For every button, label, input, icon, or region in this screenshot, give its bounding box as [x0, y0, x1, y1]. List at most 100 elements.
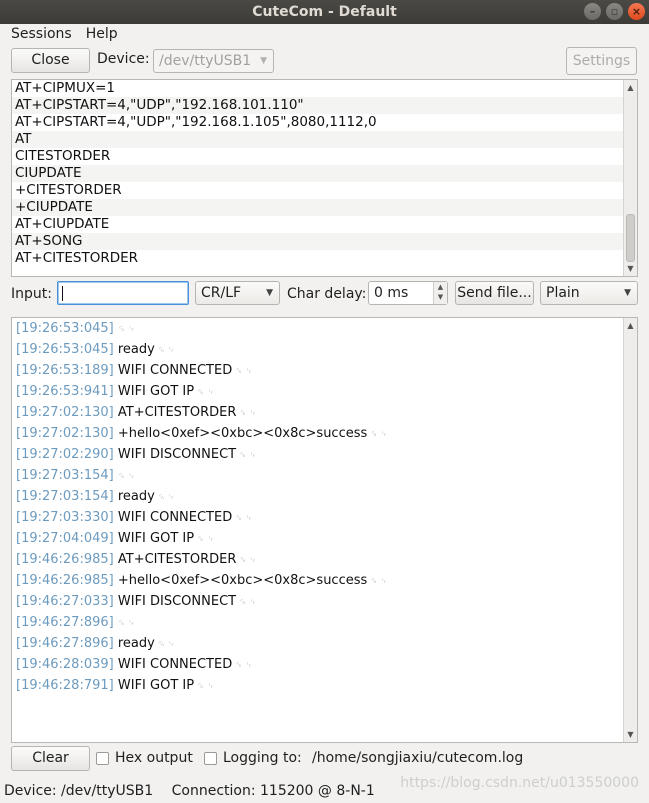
- history-item[interactable]: AT+CIPSTART=4,"UDP","192.168.101.110": [12, 97, 623, 114]
- crlf-marker-icon: ␍ ␊: [367, 577, 388, 587]
- line-ending-select[interactable]: CR/LF ▼: [195, 281, 280, 305]
- output-line: [19:46:26:985] AT+CITESTORDER ␍ ␊: [12, 549, 637, 570]
- status-device: Device: /dev/ttyUSB1: [4, 783, 154, 799]
- logging-label: Logging to:: [223, 750, 302, 766]
- crlf-marker-icon: ␍ ␊: [154, 346, 175, 356]
- output-line: [19:26:53:941] WIFI GOT IP ␍ ␊: [12, 381, 637, 402]
- output-line: [19:26:53:045] ready ␍ ␊: [12, 339, 637, 360]
- history-item[interactable]: AT+CITESTORDER: [12, 250, 623, 267]
- input-format-value: Plain: [546, 285, 580, 301]
- output-line: [19:26:53:045] ␍ ␊: [12, 318, 637, 339]
- hex-output-checkbox[interactable]: [96, 752, 109, 765]
- output-line: [19:46:26:985] +hello<0xef><0xbc><0x8c>s…: [12, 570, 637, 591]
- scroll-up-icon[interactable]: ▲: [624, 319, 637, 332]
- input-field[interactable]: [57, 281, 189, 305]
- output-line: [19:27:04:049] WIFI GOT IP ␍ ␊: [12, 528, 637, 549]
- history-item[interactable]: AT+CIUPDATE: [12, 216, 623, 233]
- send-file-button[interactable]: Send file...: [455, 281, 534, 305]
- scroll-down-icon[interactable]: ▼: [624, 262, 637, 275]
- menu-sessions[interactable]: Sessions: [11, 26, 72, 46]
- device-combo[interactable]: /dev/ttyUSB1 ▼: [153, 49, 274, 73]
- history-item[interactable]: AT: [12, 131, 623, 148]
- minimize-icon[interactable]: –: [584, 3, 601, 20]
- log-path[interactable]: /home/songjiaxiu/cutecom.log: [312, 750, 523, 766]
- output-timestamp: [19:27:03:154]: [16, 489, 114, 504]
- history-item[interactable]: AT+CIPMUX=1: [12, 80, 623, 97]
- logging-checkbox[interactable]: [204, 752, 217, 765]
- hex-output-label: Hex output: [115, 750, 193, 766]
- history-rows: AT+CIPMUX=1 AT+CIPSTART=4,"UDP","192.168.…: [12, 80, 637, 267]
- output-timestamp: [19:27:02:130]: [16, 405, 114, 420]
- device-label: Device:: [97, 51, 150, 67]
- maximize-icon[interactable]: ▫: [606, 3, 623, 20]
- output-scrollbar[interactable]: ▲ ▼: [623, 318, 637, 742]
- history-item[interactable]: CIUPDATE: [12, 165, 623, 182]
- output-text: ready: [117, 489, 155, 504]
- output-timestamp: [19:27:03:330]: [16, 510, 114, 525]
- status-connection: Connection: 115200 @ 8-N-1: [171, 783, 375, 799]
- title-bar: CuteCom - Default – ▫ ×: [0, 0, 649, 24]
- output-text: ready: [117, 636, 155, 651]
- input-label: Input:: [11, 286, 52, 302]
- output-timestamp: [19:27:03:154]: [16, 468, 114, 483]
- output-timestamp: [19:46:26:985]: [16, 573, 114, 588]
- history-item[interactable]: +CIUPDATE: [12, 199, 623, 216]
- output-line: [19:27:03:330] WIFI CONNECTED ␍ ␊: [12, 507, 637, 528]
- watermark: https://blog.csdn.net/u013550000: [400, 775, 639, 791]
- output-log[interactable]: [19:26:53:045] ␍ ␊ [19:26:53:045] ready ␍…: [11, 317, 638, 743]
- output-text: WIFI DISCONNECT: [117, 447, 237, 462]
- history-item[interactable]: AT+SONG: [12, 233, 623, 250]
- scroll-thumb[interactable]: [626, 214, 635, 262]
- output-text: WIFI CONNECTED: [117, 657, 233, 672]
- output-lines: [19:26:53:045] ␍ ␊ [19:26:53:045] ready ␍…: [12, 318, 637, 696]
- settings-button[interactable]: Settings: [566, 47, 637, 75]
- crlf-marker-icon: ␍ ␊: [117, 325, 136, 335]
- close-button[interactable]: Close: [11, 48, 90, 73]
- output-text: AT+CITESTORDER: [117, 405, 237, 420]
- crlf-marker-icon: ␍ ␊: [194, 388, 215, 398]
- window-title: CuteCom - Default: [252, 4, 397, 20]
- char-delay-value: 0 ms: [374, 285, 409, 301]
- output-line: [19:46:27:896] ␍ ␊: [12, 612, 637, 633]
- crlf-marker-icon: ␍ ␊: [236, 556, 257, 566]
- output-timestamp: [19:26:53:189]: [16, 363, 114, 378]
- scroll-up-icon[interactable]: ▲: [624, 81, 637, 94]
- output-timestamp: [19:26:53:045]: [16, 342, 114, 357]
- close-window-icon[interactable]: ×: [628, 3, 645, 20]
- crlf-marker-icon: ␍ ␊: [367, 430, 388, 440]
- output-text: WIFI GOT IP: [117, 678, 195, 693]
- crlf-marker-icon: ␍ ␊: [117, 619, 136, 629]
- crlf-marker-icon: ␍ ␊: [232, 367, 253, 377]
- output-line: [19:46:27:896] ready ␍ ␊: [12, 633, 637, 654]
- scroll-down-icon[interactable]: ▼: [624, 728, 637, 741]
- char-delay-label: Char delay:: [287, 286, 367, 302]
- output-timestamp: [19:46:27:033]: [16, 594, 114, 609]
- device-combo-value: /dev/ttyUSB1: [159, 53, 252, 69]
- output-line: [19:46:28:791] WIFI GOT IP ␍ ␊: [12, 675, 637, 696]
- crlf-marker-icon: ␍ ␊: [117, 472, 136, 482]
- history-scrollbar[interactable]: ▲ ▼: [623, 80, 637, 276]
- crlf-marker-icon: ␍ ␊: [236, 409, 257, 419]
- chevron-down-icon: ▼: [260, 56, 267, 66]
- chevron-down-icon: ▼: [624, 288, 631, 298]
- output-text: +hello<0xef><0xbc><0x8c>success: [117, 573, 368, 588]
- crlf-marker-icon: ␍ ␊: [236, 598, 257, 608]
- command-history-list[interactable]: AT+CIPMUX=1 AT+CIPSTART=4,"UDP","192.168.…: [11, 79, 638, 277]
- menu-bar: Sessions Help: [0, 26, 118, 46]
- crlf-marker-icon: ␍ ␊: [232, 514, 253, 524]
- text-caret: [62, 286, 63, 301]
- window-controls: – ▫ ×: [584, 3, 645, 20]
- output-line: [19:46:27:033] WIFI DISCONNECT ␍ ␊: [12, 591, 637, 612]
- input-format-select[interactable]: Plain ▼: [540, 281, 638, 305]
- output-line: [19:26:53:189] WIFI CONNECTED ␍ ␊: [12, 360, 637, 381]
- history-item[interactable]: CITESTORDER: [12, 148, 623, 165]
- output-text: WIFI GOT IP: [117, 384, 195, 399]
- history-item[interactable]: +CITESTORDER: [12, 182, 623, 199]
- output-text: AT+CITESTORDER: [117, 552, 237, 567]
- history-item[interactable]: AT+CIPSTART=4,"UDP","192.168.1.105",8080…: [12, 114, 623, 131]
- clear-button[interactable]: Clear: [11, 746, 90, 771]
- char-delay-spinbox[interactable]: 0 ms ▲ ▼: [368, 281, 448, 305]
- menu-help[interactable]: Help: [86, 26, 118, 46]
- output-text: WIFI GOT IP: [117, 531, 195, 546]
- spin-arrows-icon[interactable]: ▲ ▼: [433, 282, 447, 304]
